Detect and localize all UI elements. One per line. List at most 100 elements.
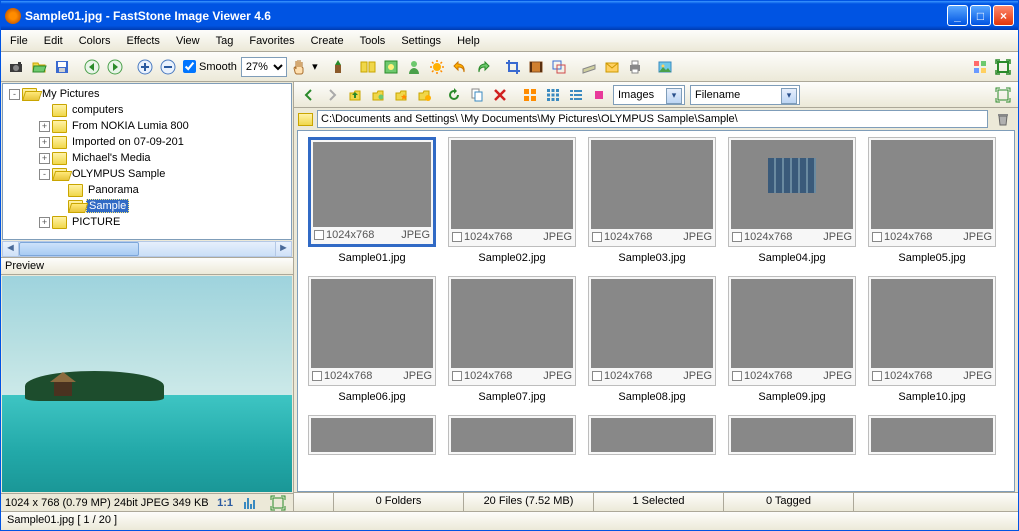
thumbnail[interactable]: [588, 415, 716, 455]
histogram-icon[interactable]: [239, 492, 261, 514]
tag-checkbox[interactable]: [872, 371, 882, 381]
sun-icon[interactable]: [426, 56, 448, 78]
tree-node[interactable]: Sample: [7, 198, 287, 214]
menu-favorites[interactable]: Favorites: [242, 32, 301, 50]
scroll-right-icon[interactable]: ►: [275, 242, 291, 256]
tag-checkbox[interactable]: [312, 371, 322, 381]
tag-checkbox[interactable]: [592, 232, 602, 242]
thumbnail[interactable]: 1024x768JPEGSample09.jpg: [728, 276, 856, 403]
thumbnail[interactable]: 1024x768JPEGSample06.jpg: [308, 276, 436, 403]
tree-node[interactable]: +From NOKIA Lumia 800: [7, 118, 287, 134]
menu-tag[interactable]: Tag: [209, 32, 241, 50]
minimize-button[interactable]: _: [947, 5, 968, 26]
tag-checkbox[interactable]: [314, 230, 324, 240]
view-thumbs-icon[interactable]: [519, 84, 541, 106]
tree-node-root[interactable]: - My Pictures: [7, 86, 287, 102]
back-icon[interactable]: [298, 84, 320, 106]
thumbnail[interactable]: 1024x768JPEGSample02.jpg: [448, 137, 576, 264]
path-display[interactable]: C:\Documents and Settings\ \My Documents…: [317, 110, 988, 128]
thumbnail[interactable]: 1024x768JPEGSample08.jpg: [588, 276, 716, 403]
view-grid-icon[interactable]: [542, 84, 564, 106]
crop-icon[interactable]: [502, 56, 524, 78]
menu-settings[interactable]: Settings: [394, 32, 448, 50]
menu-tools[interactable]: Tools: [353, 32, 393, 50]
scanner-icon[interactable]: [578, 56, 600, 78]
thumbnail[interactable]: 1024x768JPEGSample04.jpg: [728, 137, 856, 264]
tag-checkbox[interactable]: [732, 232, 742, 242]
thumbnail[interactable]: [728, 415, 856, 455]
close-button[interactable]: ×: [993, 5, 1014, 26]
next-icon[interactable]: [104, 56, 126, 78]
favorites-icon[interactable]: [390, 84, 412, 106]
person-icon[interactable]: [403, 56, 425, 78]
filmstrip-icon[interactable]: [525, 56, 547, 78]
save-icon[interactable]: [51, 56, 73, 78]
home-icon[interactable]: [367, 84, 389, 106]
compare-icon[interactable]: [357, 56, 379, 78]
zoom-select[interactable]: 27%: [241, 57, 287, 77]
scroll-left-icon[interactable]: ◄: [3, 242, 19, 256]
sort-select[interactable]: Filename: [690, 85, 800, 105]
thumbnail[interactable]: 1024x768JPEGSample03.jpg: [588, 137, 716, 264]
copy-icon[interactable]: [466, 84, 488, 106]
open-icon[interactable]: [28, 56, 50, 78]
tree-node[interactable]: +Michael's Media: [7, 150, 287, 166]
resize-icon[interactable]: [548, 56, 570, 78]
print-icon[interactable]: [624, 56, 646, 78]
view-list-icon[interactable]: [565, 84, 587, 106]
menu-edit[interactable]: Edit: [37, 32, 70, 50]
menu-help[interactable]: Help: [450, 32, 487, 50]
preview-image[interactable]: [2, 276, 292, 492]
tree-hscrollbar[interactable]: ◄ ►: [2, 241, 292, 257]
zoom-in-icon[interactable]: [134, 56, 156, 78]
tree-node[interactable]: +Imported on 07-09-201: [7, 134, 287, 150]
maximize-button[interactable]: □: [970, 5, 991, 26]
prev-icon[interactable]: [81, 56, 103, 78]
thumbnail[interactable]: 1024x768JPEGSample10.jpg: [868, 276, 996, 403]
fullscreen-browse-icon[interactable]: [992, 84, 1014, 106]
menu-file[interactable]: File: [3, 32, 35, 50]
wallpaper-icon[interactable]: [654, 56, 676, 78]
new-folder-icon[interactable]: [413, 84, 435, 106]
menu-view[interactable]: View: [169, 32, 207, 50]
tag-checkbox[interactable]: [592, 371, 602, 381]
email-icon[interactable]: [601, 56, 623, 78]
folder-tree[interactable]: - My Pictures computers+From NOKIA Lumia…: [2, 83, 292, 240]
fullscreen-icon[interactable]: [992, 56, 1014, 78]
smooth-checkbox[interactable]: [183, 60, 196, 73]
menu-effects[interactable]: Effects: [120, 32, 167, 50]
tag-checkbox[interactable]: [872, 232, 882, 242]
tag-checkbox[interactable]: [452, 232, 462, 242]
delete-icon[interactable]: [489, 84, 511, 106]
scroll-thumb[interactable]: [19, 242, 139, 256]
thumbnail[interactable]: [868, 415, 996, 455]
fit-icon[interactable]: [267, 492, 289, 514]
acquire-icon[interactable]: [5, 56, 27, 78]
tree-node[interactable]: computers: [7, 102, 287, 118]
refresh-icon[interactable]: [443, 84, 465, 106]
zoom-out-icon[interactable]: [157, 56, 179, 78]
dropdown-arrow-icon[interactable]: ▾: [311, 56, 319, 78]
trash-icon[interactable]: [992, 108, 1014, 130]
slideshow-icon[interactable]: [327, 56, 349, 78]
forward-icon[interactable]: [321, 84, 343, 106]
undo-icon[interactable]: [449, 56, 471, 78]
thumbnail-grid[interactable]: 1024x768JPEGSample01.jpg1024x768JPEGSamp…: [297, 130, 1015, 492]
tree-node[interactable]: +PICTURE: [7, 214, 287, 230]
skins-icon[interactable]: [969, 56, 991, 78]
up-icon[interactable]: [344, 84, 366, 106]
tag-checkbox[interactable]: [452, 371, 462, 381]
view-tag-icon[interactable]: [588, 84, 610, 106]
thumbnail[interactable]: [448, 415, 576, 455]
ratio-label[interactable]: 1:1: [217, 497, 233, 509]
menu-create[interactable]: Create: [304, 32, 351, 50]
thumbnail[interactable]: 1024x768JPEGSample07.jpg: [448, 276, 576, 403]
thumbnail[interactable]: 1024x768JPEGSample05.jpg: [868, 137, 996, 264]
tag-checkbox[interactable]: [732, 371, 742, 381]
hand-icon[interactable]: [288, 56, 310, 78]
redo-icon[interactable]: [472, 56, 494, 78]
menu-colors[interactable]: Colors: [72, 32, 118, 50]
tree-node[interactable]: -OLYMPUS Sample: [7, 166, 287, 182]
thumbnail[interactable]: [308, 415, 436, 455]
tree-node[interactable]: Panorama: [7, 182, 287, 198]
